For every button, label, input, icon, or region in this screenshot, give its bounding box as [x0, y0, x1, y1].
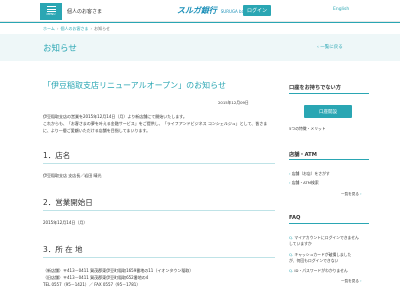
logo[interactable]: スルガ銀行 SURUGA bank	[177, 5, 249, 16]
section-text: （新店舗）〒413－0411 賀茂郡東伊豆町稲取1659番地の11（イオンタウン…	[43, 268, 194, 273]
section-heading: 3．所 在 地	[43, 244, 275, 258]
site-header: MENU 個人のお客さま スルガ銀行 SURUGA bank ログイン Engl…	[0, 0, 400, 22]
store-link[interactable]: 店舗・ATM検索	[289, 180, 319, 186]
breadcrumb-sep-icon: ›	[56, 26, 59, 31]
logo-jp: スルガ銀行	[177, 6, 217, 15]
open-account-button[interactable]: 口座開設	[304, 105, 352, 118]
article-title: 「伊豆稲取支店リニューアルオープン」のお知らせ	[43, 81, 226, 90]
header-nav: 個人のお客さま	[67, 8, 112, 15]
header-divider	[0, 22, 400, 23]
breadcrumb-current: お知らせ	[94, 26, 111, 31]
page-title: お知らせ	[43, 44, 77, 54]
account-features-link[interactable]: 5つの特徴・メリット	[289, 126, 326, 132]
store-more-link[interactable]: 一覧を見る	[341, 192, 362, 197]
faq-item[interactable]: ID・パスワードがわかりません	[289, 268, 347, 274]
sidebar-account-title: 口座をお持ちでない方	[289, 85, 341, 91]
login-button[interactable]: ログイン	[243, 5, 271, 16]
breadcrumb-home[interactable]: ホーム	[43, 26, 55, 31]
breadcrumb-sep-icon: ›	[90, 26, 93, 31]
sidebar-divider	[289, 223, 369, 224]
section-text: 伊豆稲取支店 支店長／岩田 晴光	[43, 173, 102, 178]
hamburger-icon	[46, 6, 56, 12]
section-text: 2015年12月14日（月）	[43, 220, 88, 225]
back-to-list-link[interactable]: 一覧に戻る	[317, 44, 343, 50]
section-text: （旧店舗）〒413－0411 賀茂郡東伊豆町稲取652番地の4	[43, 275, 149, 280]
store-link[interactable]: 店舗（お店）をさがす	[289, 171, 330, 177]
article-body: 伊豆稲取支店の営業を2015年12月14日（月）より新店舗にて開始いたします。 …	[43, 113, 268, 134]
body-paragraph: これからも、「お客さまの夢を叶える金融サービス」をご提供し、「ライフアンドビジネ…	[43, 121, 268, 133]
sidebar-divider	[289, 93, 369, 94]
faq-item-cont: が、何回もログインできない	[289, 258, 339, 263]
english-link[interactable]: English	[333, 7, 349, 12]
menu-label: MENU	[46, 12, 56, 16]
menu-button[interactable]: MENU	[40, 3, 62, 20]
body-paragraph: 伊豆稲取支店の営業を2015年12月14日（月）より新店舗にて開始いたします。	[43, 114, 187, 119]
breadcrumb: ホーム › 個人のお客さま › お知らせ	[43, 26, 110, 32]
nav-personal[interactable]: 個人のお客さま	[67, 9, 102, 15]
sidebar-store-title: 店舗・ATM	[289, 152, 317, 158]
breadcrumb-personal[interactable]: 個人のお客さま	[61, 26, 89, 31]
section-heading: 2．営業開始日	[43, 197, 275, 211]
faq-more-link[interactable]: 一覧を見る	[341, 279, 362, 284]
sidebar-divider	[289, 159, 369, 160]
section-heading: 1．店名	[43, 150, 275, 164]
article-date: 2015年12月09日	[218, 100, 249, 105]
section-text: TEL 0557（95－1421）／ FAX 0557（95－1781）	[43, 282, 141, 287]
sidebar-faq-title: FAQ	[289, 215, 301, 221]
faq-item-cont: していますか	[289, 241, 312, 246]
